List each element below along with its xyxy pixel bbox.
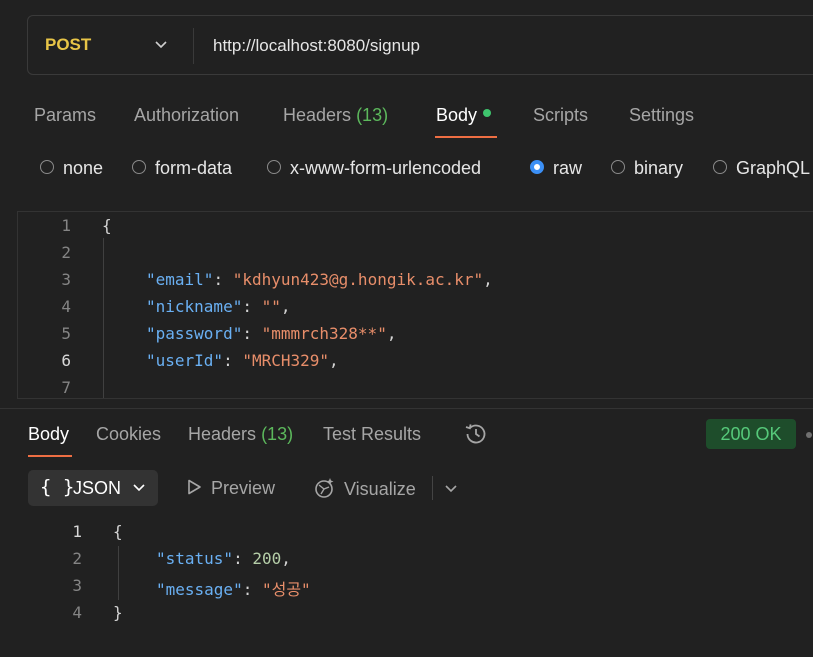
radio-raw[interactable]: raw (530, 158, 582, 179)
code-line-nickname: "nickname": "", (146, 297, 291, 316)
tab-body[interactable]: Body (436, 105, 492, 126)
format-label: JSON (73, 478, 122, 498)
radio-binary[interactable]: binary (611, 158, 683, 179)
tab-headers[interactable]: Headers (13) (283, 105, 388, 126)
toolbar-divider (432, 476, 433, 500)
http-method-select[interactable]: POST (45, 35, 91, 55)
url-bar: POST http://localhost:8080/signup (27, 15, 813, 75)
line-number: 7 (61, 378, 71, 397)
visualize-icon (315, 478, 334, 498)
visualize-button[interactable]: Visualize (312, 478, 416, 502)
indent-guide (118, 546, 119, 600)
radio-x-www-form-urlencoded[interactable]: x-www-form-urlencoded (267, 158, 481, 179)
response-tab-test-results[interactable]: Test Results (323, 424, 421, 445)
response-line-status: "status": 200, (156, 549, 291, 568)
radio-button[interactable] (713, 160, 727, 175)
indent-guide (103, 238, 104, 398)
code-open-brace: { (102, 216, 112, 235)
request-body-editor[interactable]: 1 2 3 4 5 6 7 { "email": "kdhyun423@g.ho… (17, 211, 813, 399)
radio-none[interactable]: none (40, 158, 103, 179)
headers-count: (13) (356, 105, 389, 125)
radio-button-selected[interactable] (530, 160, 544, 175)
radio-graphql[interactable]: GraphQL (713, 158, 810, 179)
braces-icon: { } (40, 476, 75, 498)
line-number: 2 (61, 243, 71, 262)
status-badge: 200 OK (706, 419, 796, 449)
line-number-current: 1 (72, 522, 82, 541)
response-tab-body[interactable]: Body (28, 424, 69, 445)
preview-button[interactable]: Preview (185, 478, 275, 499)
more-icon[interactable] (806, 432, 812, 438)
code-line-email: "email": "kdhyun423@g.hongik.ac.kr", (146, 270, 493, 289)
tab-scripts[interactable]: Scripts (533, 105, 588, 126)
radio-button[interactable] (267, 160, 281, 175)
response-tab-cookies[interactable]: Cookies (96, 424, 161, 445)
response-close-brace: } (113, 603, 123, 622)
radio-button[interactable] (132, 160, 146, 175)
code-line-password: "password": "mmmrch328**", (146, 324, 397, 343)
panel-separator[interactable] (0, 408, 813, 409)
radio-button[interactable] (611, 160, 625, 175)
response-tab-headers[interactable]: Headers (13) (188, 424, 293, 445)
line-number: 4 (72, 603, 82, 622)
format-json-dropdown[interactable]: { } JSON (28, 470, 158, 506)
radio-form-data[interactable]: form-data (132, 158, 232, 179)
code-line-userid: "userId": "MRCH329", (146, 351, 339, 370)
tab-authorization[interactable]: Authorization (134, 105, 239, 126)
tab-params[interactable]: Params (34, 105, 96, 126)
response-body-viewer[interactable]: 1 2 3 4 { "status": 200, "message": "성공"… (0, 518, 813, 657)
response-line-message: "message": "성공" (156, 580, 311, 599)
line-number: 3 (61, 270, 71, 289)
tab-settings[interactable]: Settings (629, 105, 694, 126)
response-open-brace: { (113, 522, 123, 541)
url-input[interactable]: http://localhost:8080/signup (213, 36, 420, 56)
line-number-current: 6 (61, 351, 71, 370)
line-number: 2 (72, 549, 82, 568)
chevron-down-icon (133, 484, 145, 492)
chevron-down-icon[interactable] (154, 38, 168, 52)
line-number: 3 (72, 576, 82, 595)
line-number: 4 (61, 297, 71, 316)
response-headers-count: (13) (261, 424, 294, 444)
response-active-tab-underline (28, 455, 72, 457)
line-number: 1 (61, 216, 71, 235)
url-divider (193, 28, 194, 64)
radio-button[interactable] (40, 160, 54, 175)
chevron-down-icon[interactable] (443, 481, 459, 497)
active-tab-underline (435, 136, 497, 138)
line-number: 5 (61, 324, 71, 343)
body-modified-indicator (483, 109, 492, 118)
history-icon[interactable] (463, 421, 489, 447)
play-icon (188, 479, 201, 495)
